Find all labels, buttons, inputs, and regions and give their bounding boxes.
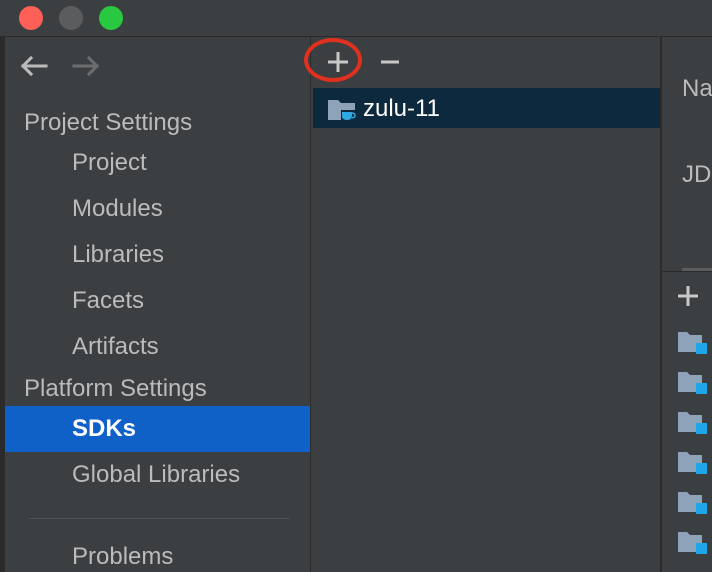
sidebar-item-problems[interactable]: Problems <box>72 542 173 572</box>
sidebar-item-facets[interactable]: Facets <box>72 286 144 316</box>
minus-icon <box>381 60 399 64</box>
sidebar-divider <box>28 518 290 519</box>
jdk-folder-icon <box>328 100 356 120</box>
jdk-home-label: JD <box>682 161 712 188</box>
sidebar-item-artifacts[interactable]: Artifacts <box>72 332 159 362</box>
arrow-right-icon <box>72 55 100 77</box>
sidebar-item-project[interactable]: Project <box>72 148 147 178</box>
sidebar-item-modules[interactable]: Modules <box>72 194 163 224</box>
jar-folder-icon <box>678 372 707 394</box>
sidebar-item-global-libraries[interactable]: Global Libraries <box>72 460 240 490</box>
close-window-button[interactable] <box>19 6 43 30</box>
detail-separator <box>662 271 712 272</box>
jar-folder-icon <box>678 532 707 554</box>
jar-folder-icon <box>678 412 707 434</box>
sidebar-item-libraries[interactable]: Libraries <box>72 240 164 270</box>
maximize-window-button[interactable] <box>99 6 123 30</box>
forward-button[interactable] <box>70 52 102 80</box>
jar-folder-icon <box>678 492 707 514</box>
sdk-name-label: zulu-11 <box>363 95 440 122</box>
project-settings-heading: Project Settings <box>24 109 193 136</box>
remove-sdk-button[interactable] <box>376 48 404 76</box>
window-title-bar <box>0 0 712 37</box>
plus-icon[interactable] <box>676 284 700 308</box>
sidebar-selection-highlight <box>5 406 310 452</box>
annotation-circle <box>304 38 362 82</box>
arrow-left-icon <box>20 55 48 77</box>
platform-settings-heading: Platform Settings <box>24 375 207 402</box>
minimize-window-button[interactable] <box>59 6 83 30</box>
name-field-label: Na <box>682 75 712 102</box>
back-button[interactable] <box>18 52 50 80</box>
sidebar-item-sdks[interactable]: SDKs <box>72 414 136 444</box>
jar-folder-icon <box>678 332 707 354</box>
jar-folder-icon <box>678 452 707 474</box>
